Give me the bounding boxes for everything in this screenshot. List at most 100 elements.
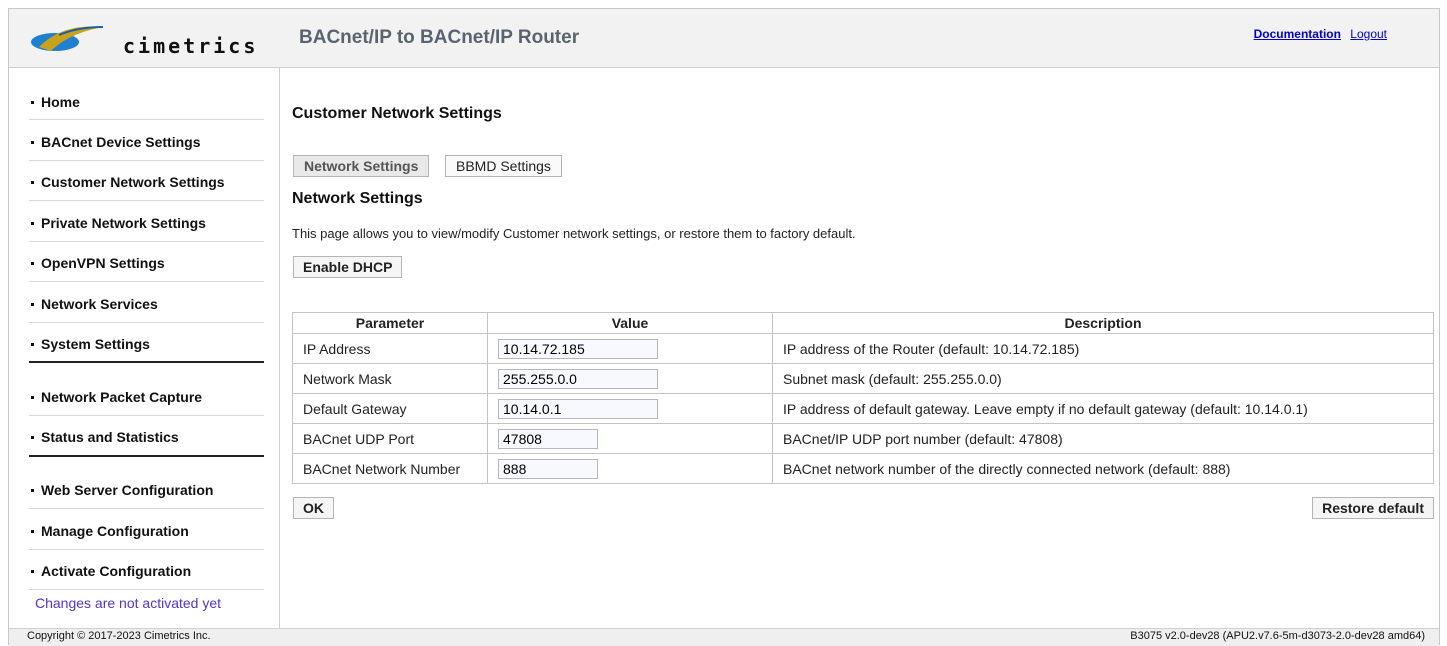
copyright-text: Copyright © 2017-2023 Cimetrics Inc. (27, 630, 211, 642)
footer: Copyright © 2017-2023 Cimetrics Inc. B30… (9, 628, 1439, 646)
parameter-cell: BACnet UDP Port (292, 423, 488, 454)
version-text: B3075 v2.0-dev28 (APU2.v7.6-5m-d3073-2.0… (1130, 630, 1425, 642)
value-cell (487, 393, 773, 424)
network-mask-input[interactable] (498, 368, 658, 389)
value-cell (487, 423, 773, 454)
divider (29, 549, 264, 550)
description-cell: IP address of default gateway. Leave emp… (772, 393, 1434, 424)
column-header-parameter: Parameter (292, 312, 488, 334)
sidebar: Home BACnet Device Settings Customer Net… (9, 68, 280, 628)
table-row: IP Address IP address of the Router (def… (292, 333, 1434, 364)
sidebar-item-label: Network Packet Capture (41, 389, 203, 405)
sidebar-item-label: Manage Configuration (41, 523, 189, 539)
sidebar-item-customer-network-settings[interactable]: Customer Network Settings (31, 174, 263, 190)
sidebar-item-label: Status and Statistics (41, 429, 179, 445)
divider (29, 119, 264, 120)
parameter-cell: IP Address (292, 333, 488, 364)
parameter-cell: Network Mask (292, 363, 488, 394)
section-divider (29, 455, 264, 457)
sidebar-item-system-settings[interactable]: System Settings (31, 336, 263, 352)
value-cell (487, 333, 773, 364)
divider (29, 322, 264, 323)
divider (29, 589, 264, 590)
sidebar-item-network-services[interactable]: Network Services (31, 296, 263, 312)
divider (29, 415, 264, 416)
bullet-icon (31, 529, 34, 533)
sidebar-item-private-network-settings[interactable]: Private Network Settings (31, 215, 263, 231)
sidebar-item-label: Customer Network Settings (41, 174, 225, 190)
parameter-cell: Default Gateway (292, 393, 488, 424)
sidebar-item-label: OpenVPN Settings (41, 255, 165, 271)
divider (29, 160, 264, 161)
description-cell: BACnet/IP UDP port number (default: 4780… (772, 423, 1434, 454)
sidebar-item-home[interactable]: Home (31, 94, 263, 110)
description-cell: IP address of the Router (default: 10.14… (772, 333, 1434, 364)
sidebar-item-manage-configuration[interactable]: Manage Configuration (31, 523, 263, 539)
header: cimetrics BACnet/IP to BACnet/IP Router … (9, 9, 1439, 68)
restore-default-button[interactable]: Restore default (1312, 497, 1434, 519)
table-row: BACnet UDP Port BACnet/IP UDP port numbe… (292, 423, 1434, 454)
sidebar-item-label: Network Services (41, 296, 158, 312)
sidebar-item-web-server-configuration[interactable]: Web Server Configuration (31, 482, 263, 498)
section-divider (29, 361, 264, 363)
page-title: Customer Network Settings (292, 105, 502, 122)
bullet-icon (31, 100, 34, 104)
bullet-icon (31, 488, 34, 492)
activation-notice: Changes are not activated yet (35, 595, 222, 611)
udp-port-input[interactable] (498, 428, 598, 449)
description-cell: Subnet mask (default: 255.255.0.0) (772, 363, 1434, 394)
sidebar-item-status-and-statistics[interactable]: Status and Statistics (31, 429, 263, 445)
column-header-value: Value (487, 312, 773, 334)
bullet-icon (31, 342, 34, 346)
page-description: This page allows you to view/modify Cust… (292, 226, 856, 241)
settings-table: Parameter Value Description IP Address I… (292, 312, 1434, 484)
sidebar-item-label: Web Server Configuration (41, 482, 214, 498)
table-row: BACnet Network Number BACnet network num… (292, 453, 1434, 484)
table-row: Network Mask Subnet mask (default: 255.2… (292, 363, 1434, 394)
documentation-link[interactable]: Documentation (1254, 27, 1341, 41)
divider (29, 281, 264, 282)
bullet-icon (31, 140, 34, 144)
app-title: BACnet/IP to BACnet/IP Router (299, 27, 580, 48)
sidebar-item-label: BACnet Device Settings (41, 134, 201, 150)
logo-swoosh-icon (31, 26, 104, 51)
divider (29, 200, 264, 201)
sidebar-item-label: System Settings (41, 336, 150, 352)
bullet-icon (31, 302, 34, 306)
bullet-icon (31, 180, 34, 184)
parameter-cell: BACnet Network Number (292, 453, 488, 484)
enable-dhcp-button[interactable]: Enable DHCP (293, 256, 403, 278)
section-title: Network Settings (292, 190, 423, 207)
bullet-icon (31, 435, 34, 439)
default-gateway-input[interactable] (498, 398, 658, 419)
sidebar-item-bacnet-device-settings[interactable]: BACnet Device Settings (31, 134, 263, 150)
table-header-row: Parameter Value Description (292, 312, 1434, 334)
logout-link[interactable]: Logout (1350, 27, 1387, 41)
ip-address-input[interactable] (498, 338, 658, 359)
value-cell (487, 453, 773, 484)
value-cell (487, 363, 773, 394)
sidebar-item-activate-configuration[interactable]: Activate Configuration (31, 563, 263, 579)
bullet-icon (31, 261, 34, 265)
sidebar-item-label: Home (41, 94, 80, 110)
bullet-icon (31, 569, 34, 573)
app-frame: cimetrics BACnet/IP to BACnet/IP Router … (8, 8, 1440, 646)
bullet-icon (31, 395, 34, 399)
sidebar-item-openvpn-settings[interactable]: OpenVPN Settings (31, 255, 263, 271)
sidebar-item-label: Activate Configuration (41, 563, 192, 579)
sidebar-item-label: Private Network Settings (41, 215, 206, 231)
logo-text: cimetrics (123, 34, 259, 58)
divider (29, 241, 264, 242)
cimetrics-logo[interactable]: cimetrics (29, 21, 255, 58)
bullet-icon (31, 221, 34, 225)
ok-button[interactable]: OK (293, 497, 334, 519)
column-header-description: Description (772, 312, 1434, 334)
tab-bbmd-settings[interactable]: BBMD Settings (445, 155, 562, 177)
tab-network-settings[interactable]: Network Settings (293, 155, 430, 177)
sidebar-item-network-packet-capture[interactable]: Network Packet Capture (31, 389, 263, 405)
divider (29, 508, 264, 509)
network-number-input[interactable] (498, 458, 598, 479)
top-links: Documentation Logout (1248, 27, 1387, 41)
description-cell: BACnet network number of the directly co… (772, 453, 1434, 484)
table-row: Default Gateway IP address of default ga… (292, 393, 1434, 424)
